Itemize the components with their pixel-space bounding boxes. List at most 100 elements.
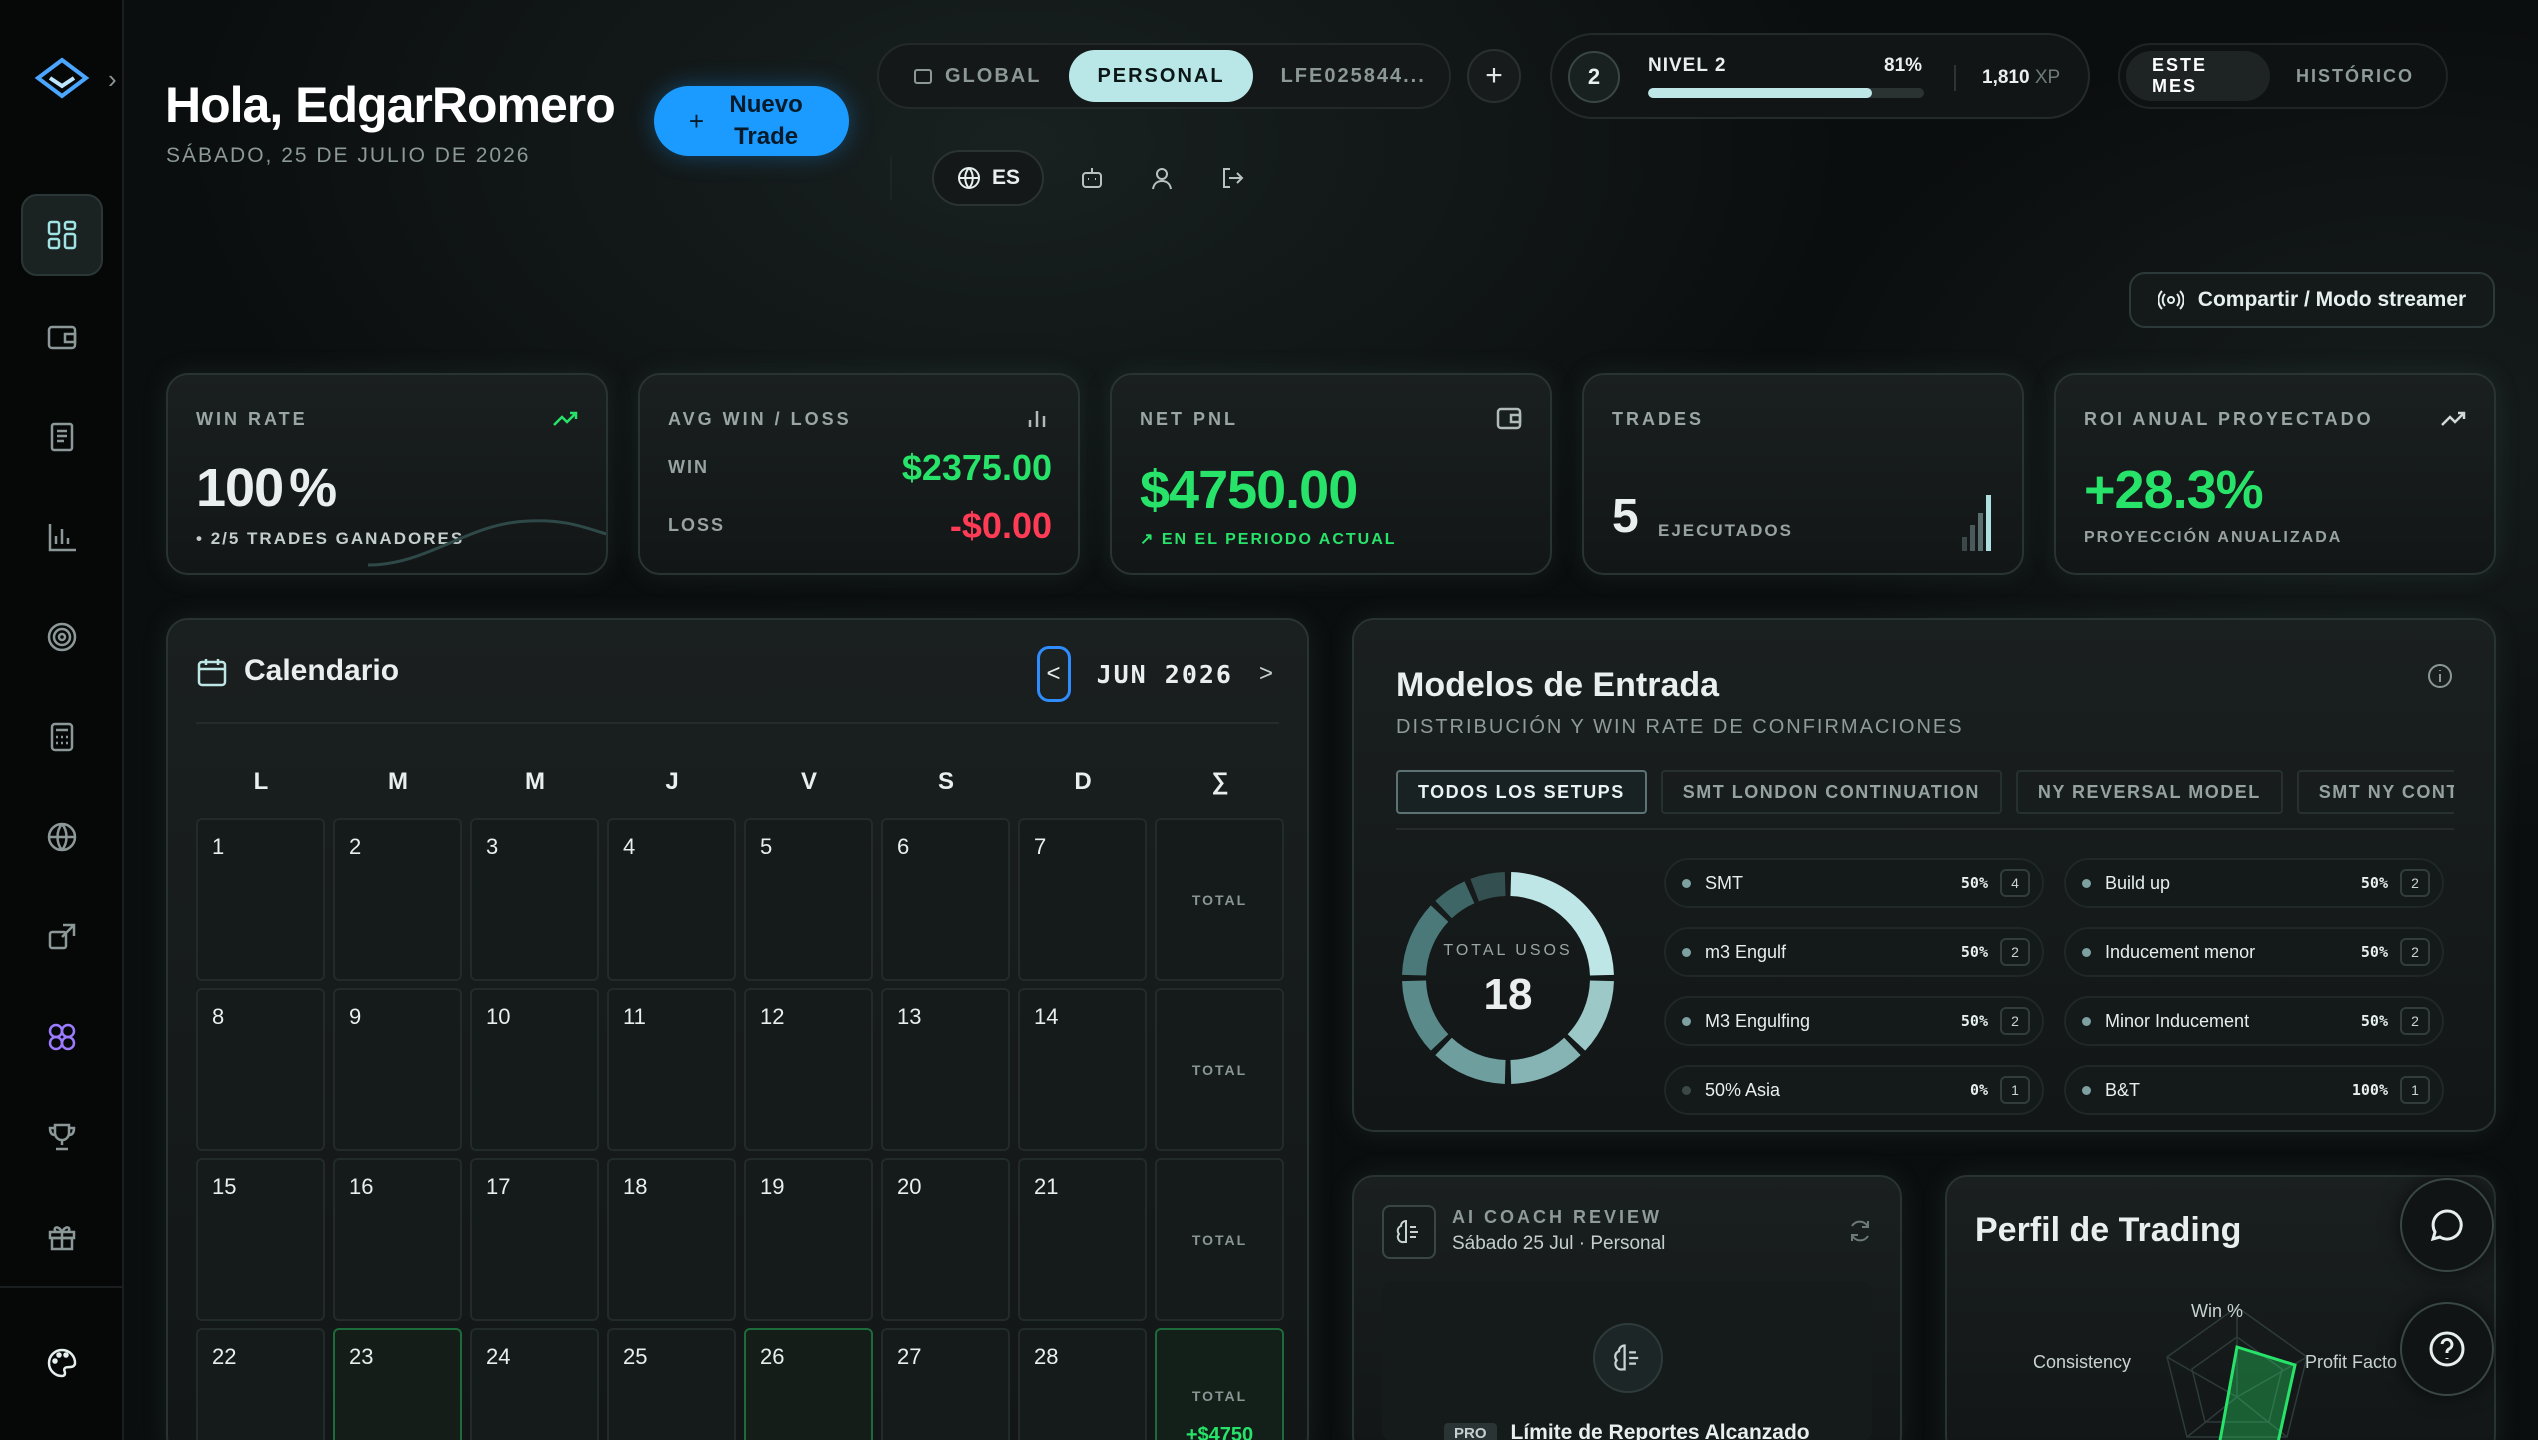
calendar-day[interactable]: 17: [470, 1158, 599, 1321]
calendar-day[interactable]: 21: [1018, 1158, 1147, 1321]
setup-count: 1: [2000, 1076, 2030, 1104]
add-account-button[interactable]: +: [1467, 49, 1521, 103]
calendar-day[interactable]: 23: [333, 1328, 462, 1440]
share-streamer-button[interactable]: Compartir / Modo streamer: [2129, 272, 2495, 328]
sidebar-item-goals[interactable]: [21, 596, 103, 678]
setup-dot: [1682, 1085, 1691, 1095]
tab-personal[interactable]: PERSONAL: [1069, 50, 1253, 102]
roi-label: ROI ANUAL PROYECTADO: [2084, 409, 2374, 429]
help-button[interactable]: [2400, 1302, 2494, 1396]
setup-item[interactable]: M3 Engulfing 50% 2: [1664, 996, 2044, 1046]
new-trade-button[interactable]: + Nuevo Trade: [654, 86, 849, 156]
sidebar-item-theme[interactable]: [21, 1322, 103, 1404]
logout-button[interactable]: [1210, 156, 1254, 200]
calendar-divider: [196, 722, 1279, 724]
level-divider: [1954, 65, 1956, 91]
calendar-day[interactable]: 27: [881, 1328, 1010, 1440]
refresh-icon[interactable]: [1846, 1217, 1874, 1245]
avg-loss-value: -$0.00: [949, 505, 1052, 546]
tab-history[interactable]: HISTÓRICO: [2270, 51, 2440, 101]
calendar-day[interactable]: 16: [333, 1158, 462, 1321]
tab-smt-london[interactable]: SMT LONDON CONTINUATION: [1660, 770, 2002, 814]
calendar-day[interactable]: 10: [470, 988, 599, 1151]
tab-account[interactable]: LFE025844...: [1253, 50, 1454, 102]
sidebar-item-rewards[interactable]: [21, 1196, 103, 1278]
calendar-day[interactable]: 22: [196, 1328, 325, 1440]
calendar-prev-button[interactable]: <: [1036, 646, 1071, 702]
sidebar-item-markets[interactable]: [21, 796, 103, 878]
level-label: NIVEL 2: [1648, 55, 1727, 76]
calendar-day-number: 2: [349, 834, 362, 859]
roi-value: +28.3%: [2084, 460, 2264, 520]
sidebar-item-community[interactable]: [21, 996, 103, 1078]
week-total: TOTAL: [1155, 818, 1284, 981]
sidebar-item-integrations[interactable]: [21, 896, 103, 978]
sidebar-item-calculator[interactable]: [21, 696, 103, 778]
net-pnl-sub: ↗ EN EL PERIODO ACTUAL: [1140, 529, 1397, 549]
calendar-day-number: 18: [623, 1174, 648, 1199]
calendar-day[interactable]: 13: [881, 988, 1010, 1151]
week-total: TOTAL: [1155, 1158, 1284, 1321]
roi-card: ROI ANUAL PROYECTADO +28.3% PROYECCIÓN A…: [2054, 373, 2496, 575]
brain-badge: [1593, 1323, 1663, 1393]
sidebar-item-trophies[interactable]: [21, 1096, 103, 1178]
setup-item[interactable]: B&T 100% 1: [2064, 1065, 2444, 1115]
chevron-right-icon[interactable]: ›: [108, 64, 117, 95]
profile-button[interactable]: [1140, 156, 1184, 200]
calendar-day[interactable]: 26: [744, 1328, 873, 1440]
ai-coach-date: Sábado 25 Jul · Personal: [1452, 1233, 1666, 1254]
setup-name: m3 Engulf: [1705, 941, 1787, 962]
setup-item[interactable]: 50% Asia 0% 1: [1664, 1065, 2044, 1115]
calendar-day[interactable]: 8: [196, 988, 325, 1151]
sidebar-item-dashboard[interactable]: [21, 194, 103, 276]
calendar-day-number: 21: [1034, 1174, 1059, 1199]
donut-total-value: 18: [1483, 970, 1533, 1019]
calendar-day[interactable]: 4: [607, 818, 736, 981]
tab-all-setups[interactable]: TODOS LOS SETUPS: [1396, 770, 1647, 814]
calendar-day[interactable]: 12: [744, 988, 873, 1151]
setup-item[interactable]: Minor Inducement 50% 2: [2064, 996, 2444, 1046]
calendar-day[interactable]: 6: [881, 818, 1010, 981]
calendar-day[interactable]: 15: [196, 1158, 325, 1321]
language-label: ES: [992, 166, 1021, 189]
calendar-day-number: 3: [486, 834, 499, 859]
tab-ny-reversal[interactable]: NY REVERSAL MODEL: [2015, 770, 2283, 814]
week-total-value: +$4750: [1185, 1424, 1254, 1440]
logo-icon[interactable]: [34, 56, 90, 100]
models-subtitle: DISTRIBUCIÓN Y WIN RATE DE CONFIRMACIONE…: [1396, 716, 1964, 738]
info-icon[interactable]: [2426, 662, 2454, 690]
calendar-day[interactable]: 5: [744, 818, 873, 981]
setup-item[interactable]: m3 Engulf 50% 2: [1664, 927, 2044, 977]
calendar-day[interactable]: 7: [1018, 818, 1147, 981]
calendar-day[interactable]: 14: [1018, 988, 1147, 1151]
calendar-day[interactable]: 24: [470, 1328, 599, 1440]
sidebar-item-analytics[interactable]: [21, 496, 103, 578]
setup-item[interactable]: SMT 50% 4: [1664, 858, 2044, 908]
calendar-day[interactable]: 28: [1018, 1328, 1147, 1440]
bot-button[interactable]: [1070, 156, 1114, 200]
calendar-day[interactable]: 19: [744, 1158, 873, 1321]
calendar-day[interactable]: 9: [333, 988, 462, 1151]
calendar-day[interactable]: 11: [607, 988, 736, 1151]
tab-global[interactable]: GLOBAL: [885, 50, 1069, 102]
setup-dot: [2082, 1085, 2091, 1095]
calendar-day[interactable]: 3: [470, 818, 599, 981]
calendar-day[interactable]: 1: [196, 818, 325, 981]
sidebar-item-journal[interactable]: [21, 396, 103, 478]
sidebar-item-wallet[interactable]: [21, 296, 103, 378]
chart-icon: [48, 524, 76, 552]
calendar-day[interactable]: 20: [881, 1158, 1010, 1321]
tab-this-month[interactable]: ESTE MES: [2126, 51, 2270, 101]
setup-item[interactable]: Build up 50% 2: [2064, 858, 2444, 908]
chat-button[interactable]: [2400, 1178, 2494, 1272]
weekday-header: M: [525, 768, 545, 795]
tab-smt-ny[interactable]: SMT NY CONTINUATI: [2296, 770, 2454, 814]
calendar-day[interactable]: 25: [607, 1328, 736, 1440]
language-selector[interactable]: ES: [932, 150, 1045, 206]
radar-axis-profit-factor: Profit Facto: [2305, 1352, 2398, 1372]
calendar-day[interactable]: 18: [607, 1158, 736, 1321]
setup-item[interactable]: Inducement menor 50% 2: [2064, 927, 2444, 977]
calendar-day-number: 4: [623, 834, 636, 859]
calendar-day[interactable]: 2: [333, 818, 462, 981]
calendar-next-button[interactable]: >: [1259, 660, 1273, 688]
